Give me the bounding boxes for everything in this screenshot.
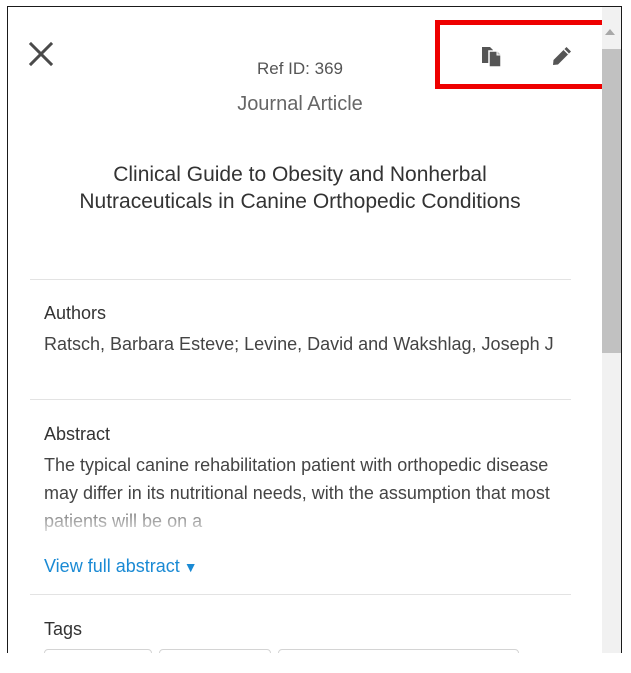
abstract-label: Abstract — [44, 424, 111, 444]
reference-detail-panel: Ref ID: 369 Journal Article Clinical Gui… — [8, 7, 602, 653]
abstract-preview: The typical canine rehabilitation patien… — [44, 455, 550, 531]
copy-icon — [482, 47, 502, 68]
divider-after-authors — [30, 399, 571, 400]
vertical-scrollbar[interactable] — [602, 7, 621, 653]
view-full-abstract-link[interactable]: View full abstract ▼ — [44, 556, 198, 577]
edit-reference-button[interactable] — [551, 45, 573, 67]
view-full-abstract-label: View full abstract — [44, 556, 180, 576]
scroll-up-arrow-icon[interactable] — [605, 29, 615, 35]
copy-reference-button[interactable] — [480, 43, 504, 69]
tag-chip[interactable] — [159, 649, 271, 653]
tag-chip[interactable] — [278, 649, 519, 653]
authors-value: Ratsch, Barbara Esteve; Levine, David an… — [44, 334, 554, 354]
reference-type: Journal Article — [237, 93, 363, 115]
caret-down-icon: ▼ — [183, 559, 198, 575]
toolbar-highlight-box — [435, 20, 602, 89]
reference-title: Clinical Guide to Obesity and Nonherbal … — [79, 163, 521, 213]
tag-chip[interactable] — [44, 649, 152, 653]
scrollbar-thumb[interactable] — [602, 49, 621, 353]
authors-label: Authors — [44, 303, 107, 323]
divider-after-title — [30, 279, 571, 280]
reference-detail-window: Ref ID: 369 Journal Article Clinical Gui… — [7, 6, 622, 653]
pencil-icon — [553, 47, 571, 65]
divider-after-abstract — [30, 594, 571, 595]
tags-label: Tags — [44, 619, 83, 639]
